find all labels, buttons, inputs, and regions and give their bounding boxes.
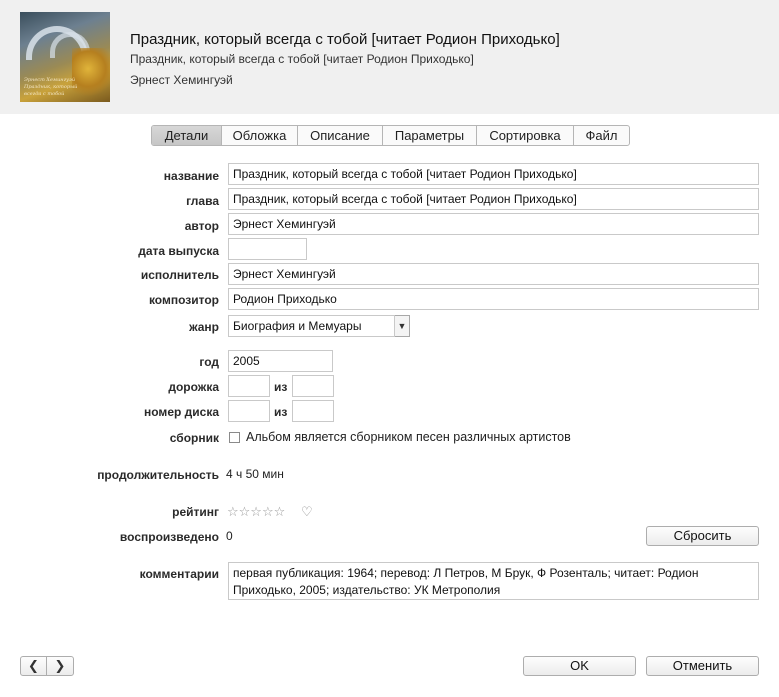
tab-file[interactable]: Файл [574, 126, 629, 145]
chapter-label: глава [186, 194, 219, 208]
name-label: название [163, 169, 219, 183]
item-navigation: ❮ ❯ [20, 656, 74, 676]
performer-field[interactable]: Эрнест Хемингуэй [228, 263, 759, 285]
chevron-down-icon[interactable]: ▼ [395, 315, 410, 337]
release-date-label: дата выпуска [138, 244, 219, 258]
duration-value: 4 ч 50 мин [226, 467, 284, 481]
genre-value[interactable]: Биография и Мемуары [228, 315, 395, 337]
track-of-label: из [274, 380, 288, 394]
cancel-button[interactable]: Отменить [646, 656, 759, 676]
duration-label: продолжительность [97, 468, 219, 482]
book-author: Эрнест Хемингуэй [130, 73, 233, 87]
tab-description[interactable]: Описание [298, 126, 383, 145]
performer-label: исполнитель [140, 268, 219, 282]
plays-label: воспроизведено [119, 530, 219, 544]
rating-label: рейтинг [172, 505, 219, 519]
genre-select[interactable]: Биография и Мемуары ▼ [228, 315, 410, 337]
rating-stars[interactable]: ☆☆☆☆☆ [227, 504, 285, 520]
track-total-field[interactable] [292, 375, 334, 397]
release-date-field[interactable] [228, 238, 307, 260]
name-field[interactable]: Праздник, который всегда с тобой [читает… [228, 163, 759, 185]
genre-label: жанр [189, 320, 219, 334]
compilation-label: сборник [169, 431, 219, 445]
cover-caption-title: Праздник, который всегда с тобой [24, 84, 78, 97]
disc-number-field[interactable] [228, 400, 270, 422]
tab-details[interactable]: Детали [152, 126, 222, 145]
compilation-text[interactable]: Альбом является сборником песен различны… [246, 430, 571, 444]
header: Эрнест Хемингуэй Праздник, который всегд… [0, 0, 779, 114]
comments-label: комментарии [139, 567, 219, 581]
cover-caption: Эрнест Хемингуэй Праздник, который всегд… [24, 77, 94, 98]
composer-label: композитор [148, 293, 219, 307]
author-field[interactable]: Эрнест Хемингуэй [228, 213, 759, 235]
chevron-right-icon[interactable]: ❯ [47, 657, 73, 675]
cover-artwork: Эрнест Хемингуэй Праздник, который всегд… [20, 12, 110, 102]
book-subtitle: Праздник, который всегда с тобой [читает… [130, 52, 474, 66]
heart-icon[interactable]: ♡ [301, 504, 313, 520]
tab-artwork[interactable]: Обложка [222, 126, 298, 145]
comments-field[interactable]: первая публикация: 1964; перевод: Л Петр… [228, 562, 759, 600]
composer-field[interactable]: Родион Приходько [228, 288, 759, 310]
tab-options[interactable]: Параметры [383, 126, 477, 145]
track-number-field[interactable] [228, 375, 270, 397]
chevron-left-icon[interactable]: ❮ [21, 657, 47, 675]
disc-total-field[interactable] [292, 400, 334, 422]
track-label: дорожка [168, 380, 219, 394]
reset-button[interactable]: Сбросить [646, 526, 759, 546]
author-label: автор [184, 219, 219, 233]
disc-of-label: из [274, 405, 288, 419]
cover-caption-author: Эрнест Хемингуэй [24, 77, 76, 83]
chapter-field[interactable]: Праздник, который всегда с тобой [читает… [228, 188, 759, 210]
compilation-checkbox[interactable] [229, 432, 240, 443]
tab-bar: Детали Обложка Описание Параметры Сортир… [151, 125, 630, 146]
book-title: Праздник, который всегда с тобой [читает… [130, 31, 560, 48]
ok-button[interactable]: OK [523, 656, 636, 676]
year-label: год [199, 355, 219, 369]
disc-label: номер диска [144, 405, 219, 419]
tab-sorting[interactable]: Сортировка [477, 126, 574, 145]
plays-value: 0 [226, 529, 233, 543]
year-field[interactable]: 2005 [228, 350, 333, 372]
